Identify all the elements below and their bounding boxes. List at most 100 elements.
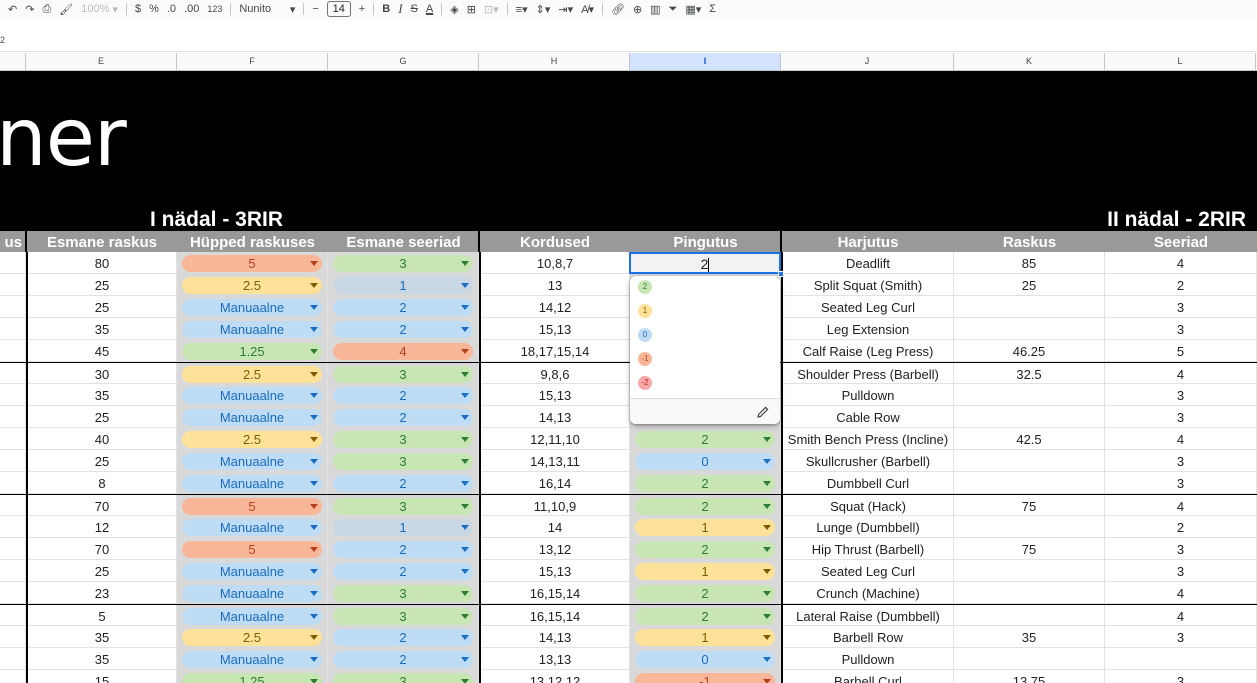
cell-h[interactable]: 13,13 — [479, 648, 630, 670]
dropdown-chip[interactable]: 3 — [333, 608, 473, 625]
dropdown-chip[interactable]: 3 — [333, 453, 473, 470]
cell-e[interactable]: 35 — [26, 648, 177, 670]
cell-f[interactable]: 2.5 — [177, 274, 328, 296]
cell-e[interactable]: 25 — [26, 296, 177, 318]
dropdown-chip[interactable]: -1 — [635, 673, 775, 683]
dropdown-chip[interactable]: 1.25 — [182, 673, 322, 683]
cell-f[interactable]: Manuaalne — [177, 516, 328, 538]
cell-f[interactable]: 1.25 — [177, 340, 328, 362]
cell-f[interactable]: Manuaalne — [177, 384, 328, 406]
cell-e[interactable]: 35 — [26, 318, 177, 340]
cell-h[interactable]: 9,8,6 — [479, 363, 630, 385]
dropdown-chip[interactable]: 3 — [333, 585, 473, 602]
cell-j[interactable]: Leg Extension — [781, 318, 954, 340]
fill-handle[interactable] — [778, 271, 784, 277]
cell-f[interactable]: Manuaalne — [177, 296, 328, 318]
cell-k[interactable]: 42.5 — [954, 428, 1105, 450]
cell-f[interactable]: Manuaalne — [177, 472, 328, 494]
cell-l[interactable] — [1105, 648, 1257, 670]
cell-e[interactable]: 70 — [26, 495, 177, 517]
cell-j[interactable]: Dumbbell Curl — [781, 472, 954, 494]
cell-f[interactable]: Manuaalne — [177, 560, 328, 582]
cell-f[interactable]: 5 — [177, 252, 328, 274]
dropdown-chip[interactable]: 5 — [182, 541, 322, 558]
cell-h[interactable]: 13 — [479, 274, 630, 296]
cell-l[interactable]: 4 — [1105, 363, 1257, 385]
cell-f[interactable]: Manuaalne — [177, 605, 328, 627]
cell-k[interactable] — [954, 318, 1105, 340]
cell-d[interactable] — [0, 384, 26, 406]
column-header-l[interactable]: L — [1105, 53, 1256, 70]
cell-k[interactable] — [954, 516, 1105, 538]
cell-d[interactable] — [0, 296, 26, 318]
cell-i[interactable]: 1 — [630, 560, 781, 582]
dropdown-chip[interactable]: 1 — [635, 563, 775, 580]
cell-g[interactable]: 2 — [328, 626, 479, 648]
cell-j[interactable]: Seated Leg Curl — [781, 296, 954, 318]
active-cell-editor[interactable]: 2 — [629, 252, 781, 274]
dropdown-chip[interactable]: 2 — [333, 563, 473, 580]
dropdown-chip[interactable]: 0 — [635, 651, 775, 668]
dropdown-chip[interactable]: 2.5 — [182, 431, 322, 448]
cell-h[interactable]: 14,13,11 — [479, 450, 630, 472]
cell-k[interactable] — [954, 384, 1105, 406]
cell-k[interactable]: 35 — [954, 626, 1105, 648]
text-color-button[interactable]: A — [422, 0, 437, 18]
cell-e[interactable]: 12 — [26, 516, 177, 538]
cell-j[interactable]: Pulldown — [781, 384, 954, 406]
dropdown-chip[interactable]: Manuaalne — [182, 387, 322, 404]
cell-d[interactable] — [0, 252, 26, 274]
dropdown-chip[interactable]: Manuaalne — [182, 651, 322, 668]
cell-l[interactable]: 4 — [1105, 428, 1257, 450]
cell-j[interactable]: Seated Leg Curl — [781, 560, 954, 582]
cell-e[interactable]: 5 — [26, 605, 177, 627]
dropdown-option[interactable]: 1 — [638, 300, 768, 322]
increase-decimal-button[interactable]: .00 — [180, 0, 203, 18]
cell-g[interactable]: 3 — [328, 582, 479, 604]
column-header-j[interactable]: J — [781, 53, 954, 70]
cell-i[interactable]: 2 — [630, 428, 781, 450]
font-size-decrease-button[interactable]: − — [308, 0, 322, 18]
dropdown-chip[interactable]: 2 — [333, 299, 473, 316]
cell-i[interactable]: 1 — [630, 516, 781, 538]
dropdown-chip[interactable]: Manuaalne — [182, 519, 322, 536]
merge-cells-icon[interactable]: ⊡▾ — [480, 0, 503, 18]
italic-button[interactable]: I — [394, 0, 406, 18]
cell-l[interactable]: 3 — [1105, 538, 1257, 560]
cell-h[interactable]: 13,12,12 — [479, 670, 630, 683]
filter-views-icon[interactable]: ▦▾ — [681, 0, 705, 18]
cell-f[interactable]: 2.5 — [177, 363, 328, 385]
dropdown-chip[interactable]: Manuaalne — [182, 585, 322, 602]
cell-j[interactable]: Barbell Curl — [781, 670, 954, 683]
cell-l[interactable]: 3 — [1105, 472, 1257, 494]
cell-g[interactable]: 1 — [328, 516, 479, 538]
horizontal-align-icon[interactable]: ≡▾ — [512, 0, 532, 18]
vertical-align-icon[interactable]: ⇕▾ — [532, 0, 555, 18]
cell-j[interactable]: Crunch (Machine) — [781, 582, 954, 604]
cell-j[interactable]: Calf Raise (Leg Press) — [781, 340, 954, 362]
dropdown-chip[interactable]: 2 — [635, 498, 775, 515]
dropdown-chip[interactable]: 1 — [635, 629, 775, 646]
cell-k[interactable] — [954, 296, 1105, 318]
cell-j[interactable]: Hip Thrust (Barbell) — [781, 538, 954, 560]
dropdown-chip[interactable]: Manuaalne — [182, 563, 322, 580]
cell-i[interactable]: 2 — [630, 582, 781, 604]
cell-i[interactable]: 0 — [630, 450, 781, 472]
cell-d[interactable] — [0, 428, 26, 450]
cell-h[interactable]: 15,13 — [479, 384, 630, 406]
cell-i[interactable]: 1 — [630, 626, 781, 648]
cell-g[interactable]: 3 — [328, 363, 479, 385]
dropdown-chip[interactable]: 1 — [333, 277, 473, 294]
cell-h[interactable]: 12,11,10 — [479, 428, 630, 450]
paint-format-icon[interactable]: 🖌︎ — [55, 0, 77, 18]
cell-e[interactable]: 25 — [26, 274, 177, 296]
cell-f[interactable]: 2.5 — [177, 626, 328, 648]
dropdown-chip[interactable]: 2 — [635, 431, 775, 448]
cell-g[interactable]: 2 — [328, 648, 479, 670]
cell-d[interactable] — [0, 340, 26, 362]
cell-k[interactable] — [954, 582, 1105, 604]
dropdown-chip[interactable]: Manuaalne — [182, 409, 322, 426]
column-header-e[interactable]: E — [26, 53, 177, 70]
dropdown-chip[interactable]: 4 — [333, 343, 473, 360]
currency-format-button[interactable]: $ — [131, 0, 145, 18]
